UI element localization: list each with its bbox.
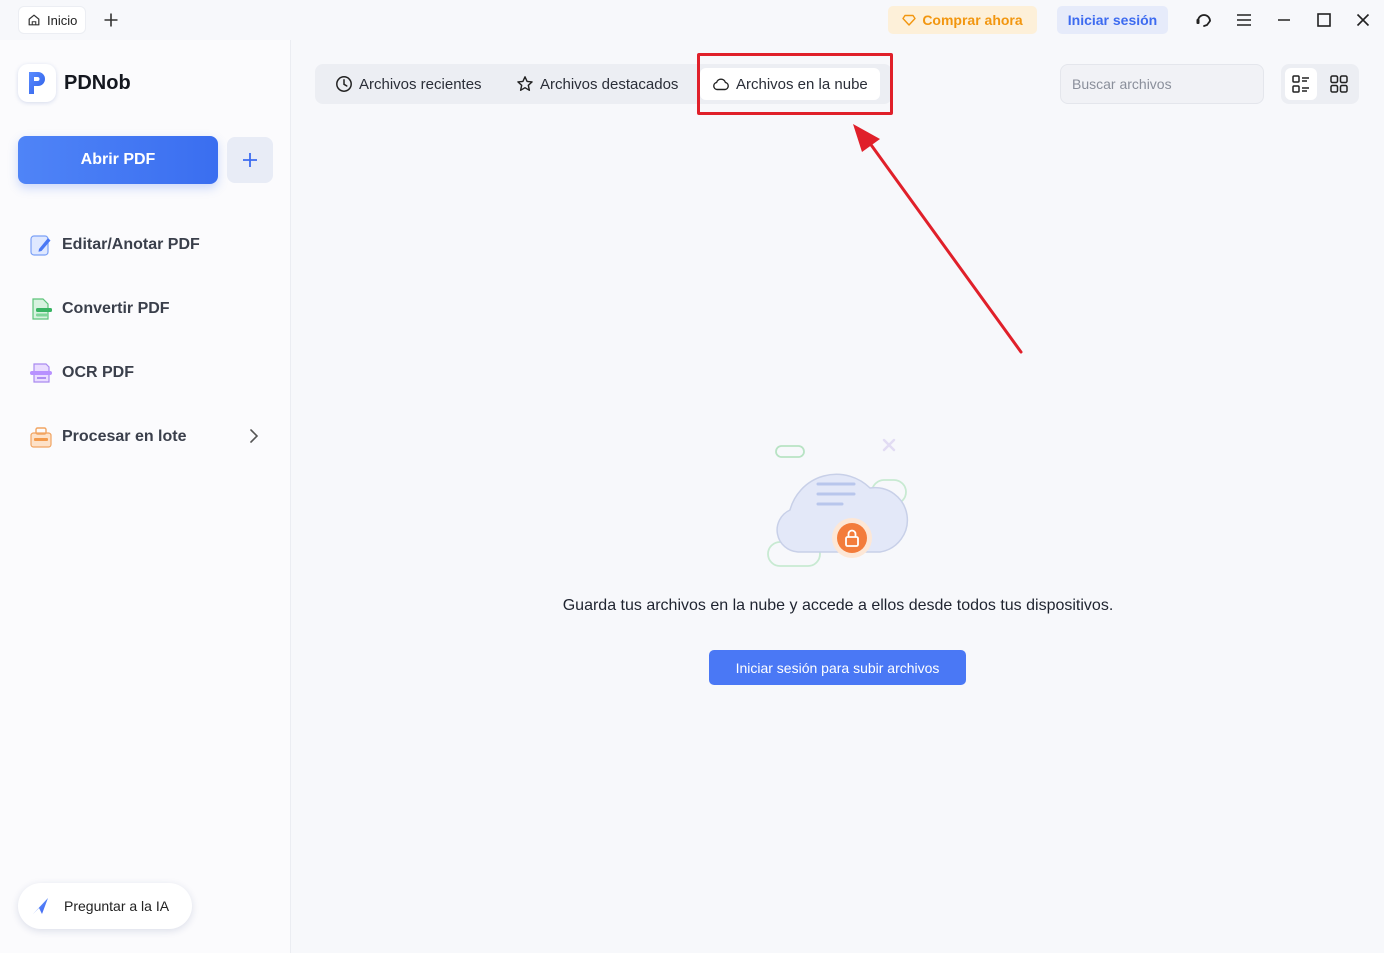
sidebar-item-label: Procesar en lote — [62, 428, 187, 445]
cloud-lock-illustration-icon — [767, 438, 909, 567]
sidebar-item-label: Editar/Anotar PDF — [62, 236, 200, 253]
search-input[interactable] — [1060, 64, 1264, 104]
ask-ai-label: Preguntar a la IA — [64, 898, 170, 914]
tab-label: Archivos destacados — [540, 75, 679, 93]
grid-view-button[interactable] — [1323, 68, 1355, 100]
empty-state-message: Guarda tus archivos en la nube y accede … — [562, 597, 1114, 614]
edit-icon — [30, 235, 51, 256]
sidebar-item-label: OCR PDF — [62, 364, 134, 381]
sidebar-item-convert[interactable]: Convertir PDF — [28, 294, 170, 324]
star-icon — [517, 76, 533, 91]
diamond-icon — [902, 14, 917, 26]
create-pdf-button[interactable] — [227, 137, 273, 183]
batch-icon — [30, 427, 52, 448]
sidebar-item-batch[interactable]: Procesar en lote — [28, 422, 187, 452]
home-icon — [28, 14, 40, 26]
convert-icon — [32, 298, 52, 320]
tab-home[interactable]: Inicio — [18, 6, 86, 34]
plus-icon — [243, 153, 257, 167]
sidebar-item-edit[interactable]: Editar/Anotar PDF — [28, 230, 200, 260]
tab-home-label: Inicio — [47, 12, 78, 28]
pdnob-logo-icon — [18, 64, 56, 102]
tab-cloud[interactable]: Archivos en la nube — [700, 68, 880, 100]
tab-label: Archivos recientes — [359, 75, 482, 93]
tab-starred[interactable]: Archivos destacados — [516, 64, 678, 104]
close-icon[interactable] — [1351, 8, 1375, 32]
brand: PDNob — [18, 64, 131, 102]
menu-icon[interactable] — [1232, 8, 1256, 32]
buy-now-label: Comprar ahora — [922, 12, 1023, 28]
login-to-upload-button[interactable]: Iniciar sesión para subir archivos — [709, 650, 966, 685]
ai-sparkle-icon — [33, 898, 48, 914]
ocr-icon — [30, 363, 52, 383]
cloud-icon — [713, 78, 729, 91]
sidebar-item-ocr[interactable]: OCR PDF — [28, 358, 134, 388]
buy-now-button[interactable]: Comprar ahora — [888, 6, 1037, 34]
sidebar-item-label: Convertir PDF — [62, 300, 170, 317]
login-button[interactable]: Iniciar sesión — [1057, 6, 1168, 34]
chevron-right-icon[interactable] — [246, 426, 262, 446]
open-pdf-button[interactable]: Abrir PDF — [18, 136, 218, 184]
plus-icon — [104, 13, 118, 27]
maximize-icon[interactable] — [1312, 8, 1336, 32]
brand-name: PDNob — [64, 71, 131, 94]
file-tabs: Archivos recientes Archivos destacados A… — [315, 64, 892, 104]
tab-label: Archivos en la nube — [736, 75, 868, 93]
tab-recent[interactable]: Archivos recientes — [335, 64, 482, 104]
title-bar: Inicio Comprar ahora Iniciar sesión — [0, 0, 1384, 40]
ask-ai-button[interactable]: Preguntar a la IA — [18, 883, 192, 929]
grid-view-icon — [1330, 75, 1348, 93]
support-icon[interactable] — [1192, 8, 1216, 32]
list-view-button[interactable] — [1285, 68, 1317, 100]
list-view-icon — [1292, 75, 1309, 93]
new-tab-button[interactable] — [100, 8, 122, 32]
minimize-icon[interactable] — [1272, 8, 1296, 32]
view-toggle — [1281, 64, 1359, 104]
clock-icon — [336, 76, 352, 92]
